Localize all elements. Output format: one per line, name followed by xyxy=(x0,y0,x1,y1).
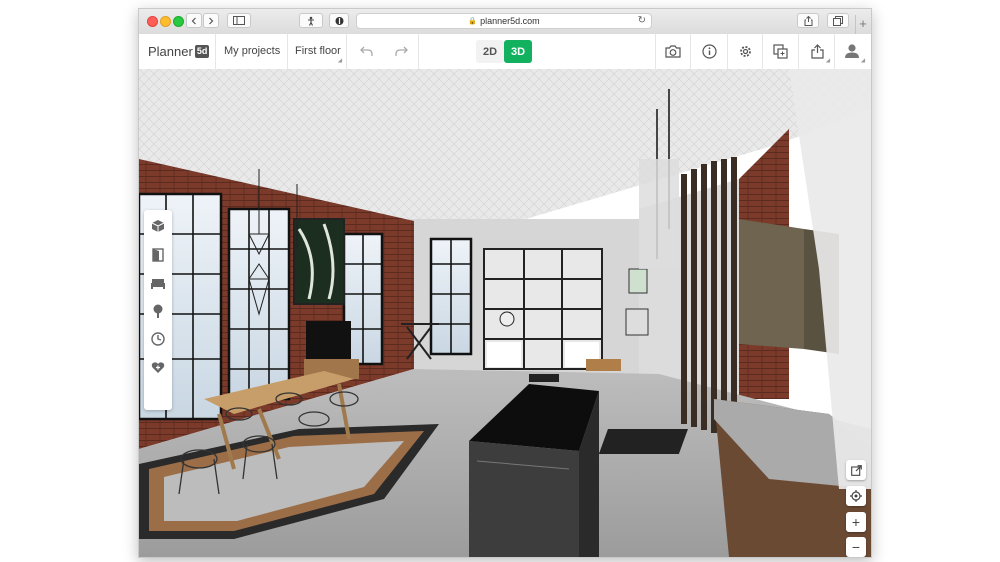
mode-2d-button[interactable]: 2D xyxy=(476,40,504,63)
app-toolbar: Planner 5d My projects First floor 2D 3D xyxy=(139,34,871,70)
user-icon xyxy=(845,44,859,58)
lock-icon: 🔒 xyxy=(468,18,478,25)
tree-icon xyxy=(153,304,163,318)
clock-icon xyxy=(151,332,165,346)
browser-share-button[interactable] xyxy=(797,13,819,28)
zoom-in-button[interactable]: + xyxy=(846,512,866,532)
construction-tool-button[interactable] xyxy=(150,218,166,234)
copy-icon xyxy=(772,43,788,59)
logo-badge: 5d xyxy=(194,45,210,58)
toolbar-divider xyxy=(215,34,216,69)
furniture-button[interactable] xyxy=(150,275,166,291)
toolbar-divider xyxy=(287,34,288,69)
bed-icon xyxy=(151,279,165,289)
back-button[interactable] xyxy=(186,13,202,28)
share-icon xyxy=(804,15,812,26)
planner5d-logo[interactable]: Planner 5d xyxy=(148,44,210,59)
duplicate-button[interactable] xyxy=(771,42,789,60)
settings-button[interactable] xyxy=(736,42,754,60)
crosshair-icon xyxy=(850,490,862,502)
sidebar-icon xyxy=(233,16,245,25)
gear-icon xyxy=(739,45,751,57)
logo-text: Planner xyxy=(148,44,193,59)
info-button[interactable] xyxy=(700,42,718,60)
undo-button[interactable] xyxy=(357,42,375,60)
tabs-overview-button[interactable] xyxy=(827,13,849,28)
info-icon xyxy=(701,43,717,59)
chevron-right-icon xyxy=(209,17,214,24)
minimize-window-button[interactable] xyxy=(160,16,171,27)
3d-scene-render xyxy=(139,69,871,557)
toolbar-divider xyxy=(346,34,347,69)
browser-window: 🔒 planner5d.com ↻ + Planner 5d My projec… xyxy=(138,8,872,558)
shield-icon xyxy=(335,16,343,25)
privacy-button[interactable] xyxy=(329,13,349,28)
accessibility-button[interactable] xyxy=(299,13,323,28)
my-projects-link[interactable]: My projects xyxy=(224,45,280,57)
toolbar-divider xyxy=(655,34,656,69)
redo-icon xyxy=(394,46,408,56)
share-button[interactable] xyxy=(808,42,826,60)
toolbar-divider xyxy=(418,34,419,69)
forward-button[interactable] xyxy=(203,13,219,28)
zoom-window-button[interactable] xyxy=(173,16,184,27)
close-window-button[interactable] xyxy=(147,16,158,27)
undo-icon xyxy=(359,46,373,56)
toolbar-divider xyxy=(727,34,728,69)
heart-plus-icon xyxy=(151,361,165,373)
3d-viewport[interactable]: + − xyxy=(139,69,871,557)
fullscreen-button[interactable] xyxy=(846,460,866,480)
share-icon xyxy=(810,43,824,59)
cube-icon xyxy=(151,220,165,232)
tabs-icon xyxy=(833,15,843,26)
doors-windows-button[interactable] xyxy=(150,247,166,263)
accessibility-icon xyxy=(308,16,314,26)
history-button[interactable] xyxy=(150,331,166,347)
toolbar-divider xyxy=(762,34,763,69)
favorites-button[interactable] xyxy=(150,359,166,375)
door-icon xyxy=(152,248,164,262)
address-text: planner5d.com xyxy=(480,16,540,26)
dropdown-corner-icon xyxy=(337,58,345,65)
toolbar-divider xyxy=(834,34,835,69)
floor-selector[interactable]: First floor xyxy=(295,45,341,57)
dropdown-corner-icon xyxy=(860,58,868,65)
exterior-button[interactable] xyxy=(150,303,166,319)
snapshot-button[interactable] xyxy=(664,42,682,60)
recenter-button[interactable] xyxy=(846,486,866,506)
camera-icon xyxy=(665,44,681,58)
browser-titlebar: 🔒 planner5d.com ↻ + xyxy=(139,9,871,35)
sidebar-toggle-button[interactable] xyxy=(227,13,251,28)
external-link-icon xyxy=(850,464,862,476)
toolbar-divider xyxy=(690,34,691,69)
new-tab-button[interactable]: + xyxy=(855,15,870,34)
address-bar[interactable]: 🔒 planner5d.com ↻ xyxy=(356,13,652,29)
dropdown-corner-icon xyxy=(825,58,833,65)
zoom-out-button[interactable]: − xyxy=(846,537,866,557)
reload-icon[interactable]: ↻ xyxy=(638,15,646,26)
redo-button[interactable] xyxy=(392,42,410,60)
mode-3d-button[interactable]: 3D xyxy=(504,40,532,63)
toolbar-divider xyxy=(798,34,799,69)
catalog-toolbar xyxy=(144,210,172,410)
account-button[interactable] xyxy=(843,42,861,60)
chevron-left-icon xyxy=(191,17,196,24)
